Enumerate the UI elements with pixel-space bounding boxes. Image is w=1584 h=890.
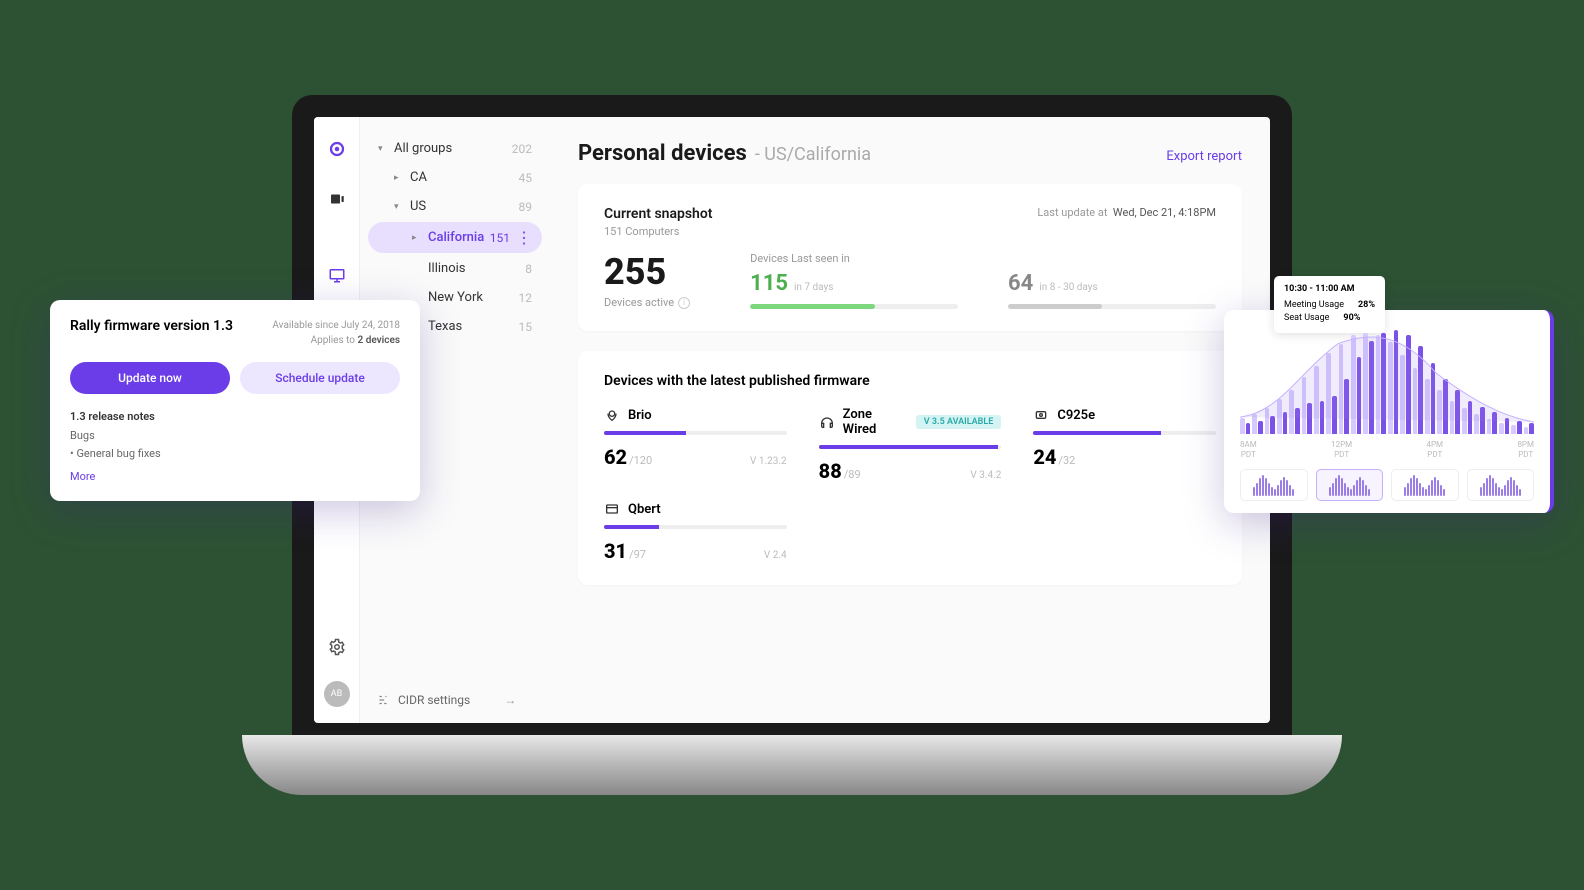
update-now-button[interactable]: Update now [70,362,230,394]
firmware-popup-title: Rally firmware version 1.3 [70,318,233,334]
monitor-icon[interactable] [321,259,353,291]
chart-thumb[interactable] [1391,469,1459,501]
page-title: Personal devices [578,141,747,166]
seen-7days: 115in 7 days [750,271,958,296]
firmware-card: Devices with the latest published firmwa… [578,351,1242,585]
firmware-popup-meta: Available since July 24, 2018 Applies to… [272,318,400,348]
release-notes-bugs: Bugs [70,427,400,446]
arrow-right-icon: → [504,693,516,707]
devices-icon[interactable] [321,183,353,215]
usage-chart-popup: 10:30 - 11:00 AM Meeting Usage28% Seat U… [1224,310,1554,513]
devices-active-count: 255 [604,254,690,290]
firmware-item-brio[interactable]: Brio62/120V 1.23.2 [604,407,787,483]
last-update: Last update at Wed, Dec 21, 4:18PM [1037,206,1216,219]
breadcrumb: - US/California [755,144,871,165]
version-available-badge: V 3.5 AVAILABLE [916,415,1002,429]
release-notes-item: • General bug fixes [70,445,400,464]
snapshot-subtitle: 151 Computers [604,225,713,238]
firmware-item-c925e[interactable]: C925e24/32 [1033,407,1216,483]
chart-thumb[interactable] [1467,469,1535,501]
more-icon[interactable]: ⋮ [516,228,532,247]
release-notes-title: 1.3 release notes [70,408,400,427]
snapshot-title: Current snapshot [604,206,713,222]
tree-item-all-groups[interactable]: ▾All groups202 [368,135,542,162]
snapshot-card: Current snapshot 151 Computers Last upda… [578,184,1242,331]
firmware-item-qbert[interactable]: Qbert31/97V 2.4 [604,501,787,563]
chart-thumb[interactable] [1240,469,1308,501]
settings-icon[interactable] [321,631,353,663]
tree-item-california[interactable]: ▸California151⋮ [368,222,542,253]
more-link[interactable]: More [70,470,400,483]
seen-30days: 64in 8 - 30 days [1008,271,1216,296]
device-icon [604,407,620,423]
firmware-item-zone-wired[interactable]: Zone WiredV 3.5 AVAILABLE88/89V 3.4.2 [819,407,1002,483]
schedule-update-button[interactable]: Schedule update [240,362,400,394]
device-icon [1033,407,1049,423]
tree-item-us[interactable]: ▾US89 [368,193,542,220]
export-report-link[interactable]: Export report [1166,149,1242,164]
firmware-section-title: Devices with the latest published firmwa… [604,373,1216,389]
main-content: Personal devices - US/California Export … [550,117,1270,723]
device-icon [604,501,620,517]
last-seen-label: Devices Last seen in [750,252,1216,265]
firmware-update-popup: Rally firmware version 1.3 Available sin… [50,300,420,501]
cidr-settings-link[interactable]: CIDR settings → [376,693,516,707]
avatar[interactable]: AB [324,681,350,707]
tree-item-ca[interactable]: ▸CA45 [368,164,542,191]
device-icon [819,414,835,430]
info-icon[interactable]: i [678,297,690,309]
chart-thumbnails [1240,469,1534,501]
chart-thumb[interactable] [1316,469,1384,501]
tree-item-illinois[interactable]: Illinois8 [368,255,542,282]
usage-chart [1240,324,1534,434]
logo-icon[interactable] [321,133,353,165]
devices-active-label: Devices activei [604,296,690,309]
